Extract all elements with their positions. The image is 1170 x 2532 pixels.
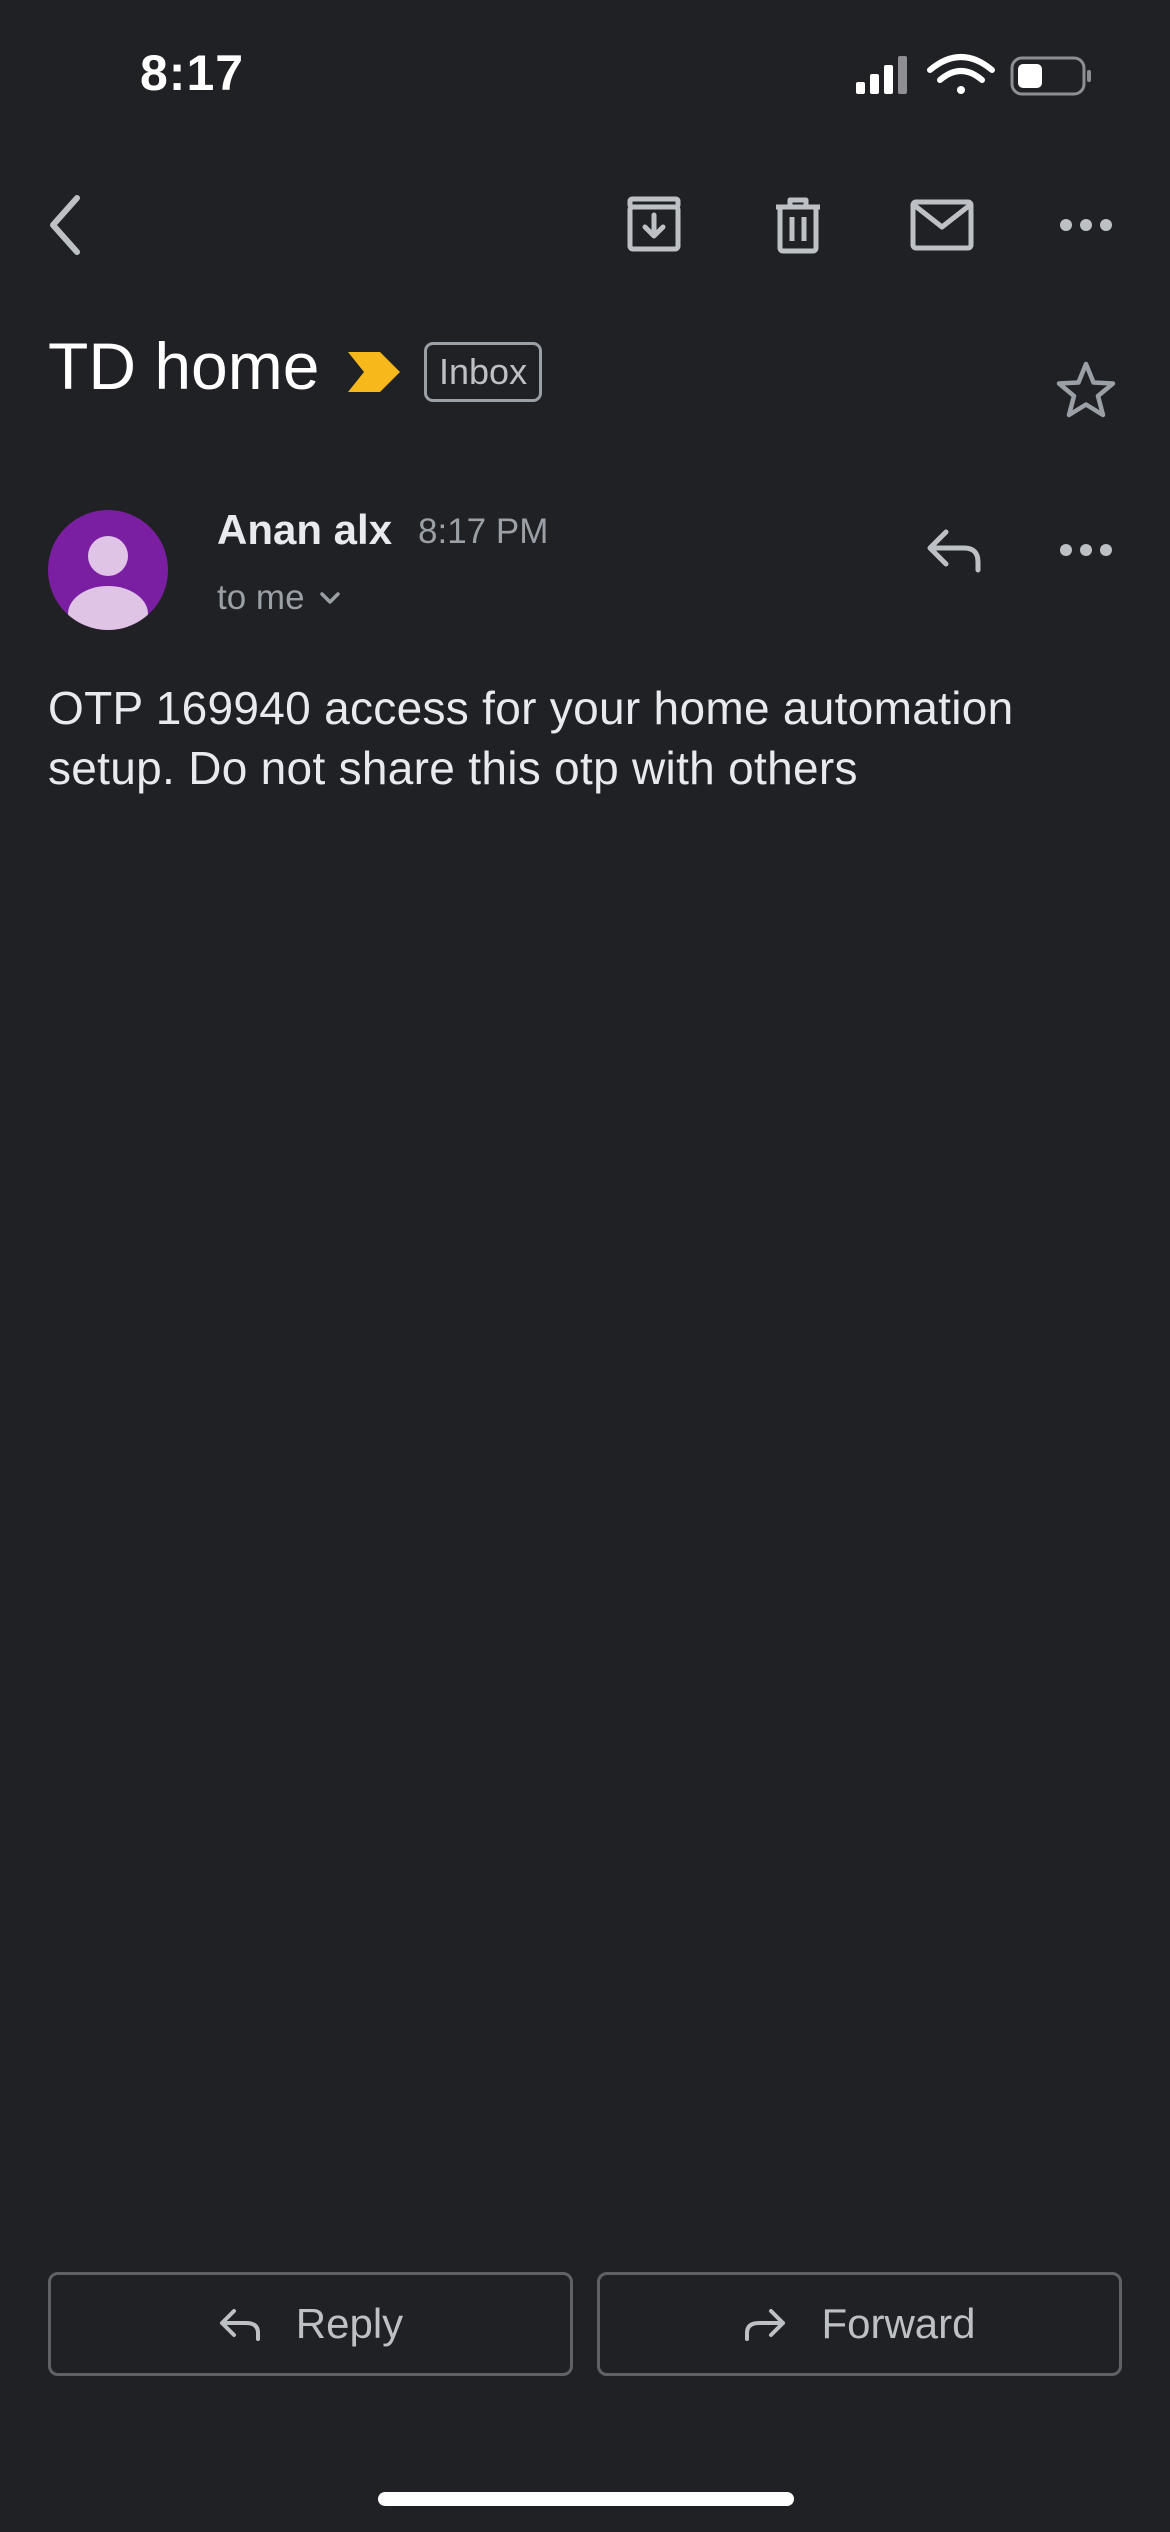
star-button[interactable] (1036, 340, 1136, 440)
email-subject: TD home (48, 329, 320, 403)
archive-button[interactable] (604, 175, 704, 275)
status-icons (850, 52, 1100, 102)
importance-marker-icon[interactable] (346, 350, 402, 399)
message-time: 8:17 PM (418, 512, 549, 551)
reply-button[interactable]: Reply (48, 2272, 573, 2376)
battery-icon (1010, 56, 1091, 96)
sender-avatar[interactable] (48, 510, 168, 630)
back-icon (50, 195, 80, 255)
mail-icon (910, 199, 974, 251)
status-time: 8:17 (140, 45, 245, 101)
message-more-button[interactable] (1036, 500, 1136, 600)
chevron-down-icon (319, 592, 340, 604)
mark-unread-button[interactable] (892, 175, 992, 275)
more-icon (1060, 544, 1112, 556)
home-indicator[interactable] (378, 2492, 794, 2506)
forward-button-label: Forward (821, 2300, 976, 2347)
forward-icon (745, 2309, 786, 2341)
cellular-signal-icon (856, 56, 907, 94)
reply-icon (927, 529, 981, 573)
reply-button-label: Reply (295, 2300, 404, 2347)
inbox-label-chip: Inbox (424, 342, 543, 402)
trash-icon (776, 197, 820, 254)
star-icon (1056, 361, 1116, 418)
back-button[interactable] (16, 175, 116, 275)
delete-button[interactable] (748, 175, 848, 275)
person-icon (68, 536, 148, 630)
reply-icon-button[interactable] (904, 500, 1004, 600)
more-icon (1060, 219, 1112, 231)
forward-button[interactable]: Forward (597, 2272, 1122, 2376)
message-body: OTP 169940 access for your home automati… (48, 682, 1014, 794)
reply-icon (219, 2309, 260, 2341)
sender-name[interactable]: Anan alx (217, 506, 392, 554)
recipients-toggle[interactable]: to me (217, 578, 341, 618)
recipients-label: to me (217, 578, 305, 617)
more-options-button[interactable] (1036, 175, 1136, 275)
wifi-icon (927, 54, 995, 94)
archive-icon (627, 196, 681, 252)
